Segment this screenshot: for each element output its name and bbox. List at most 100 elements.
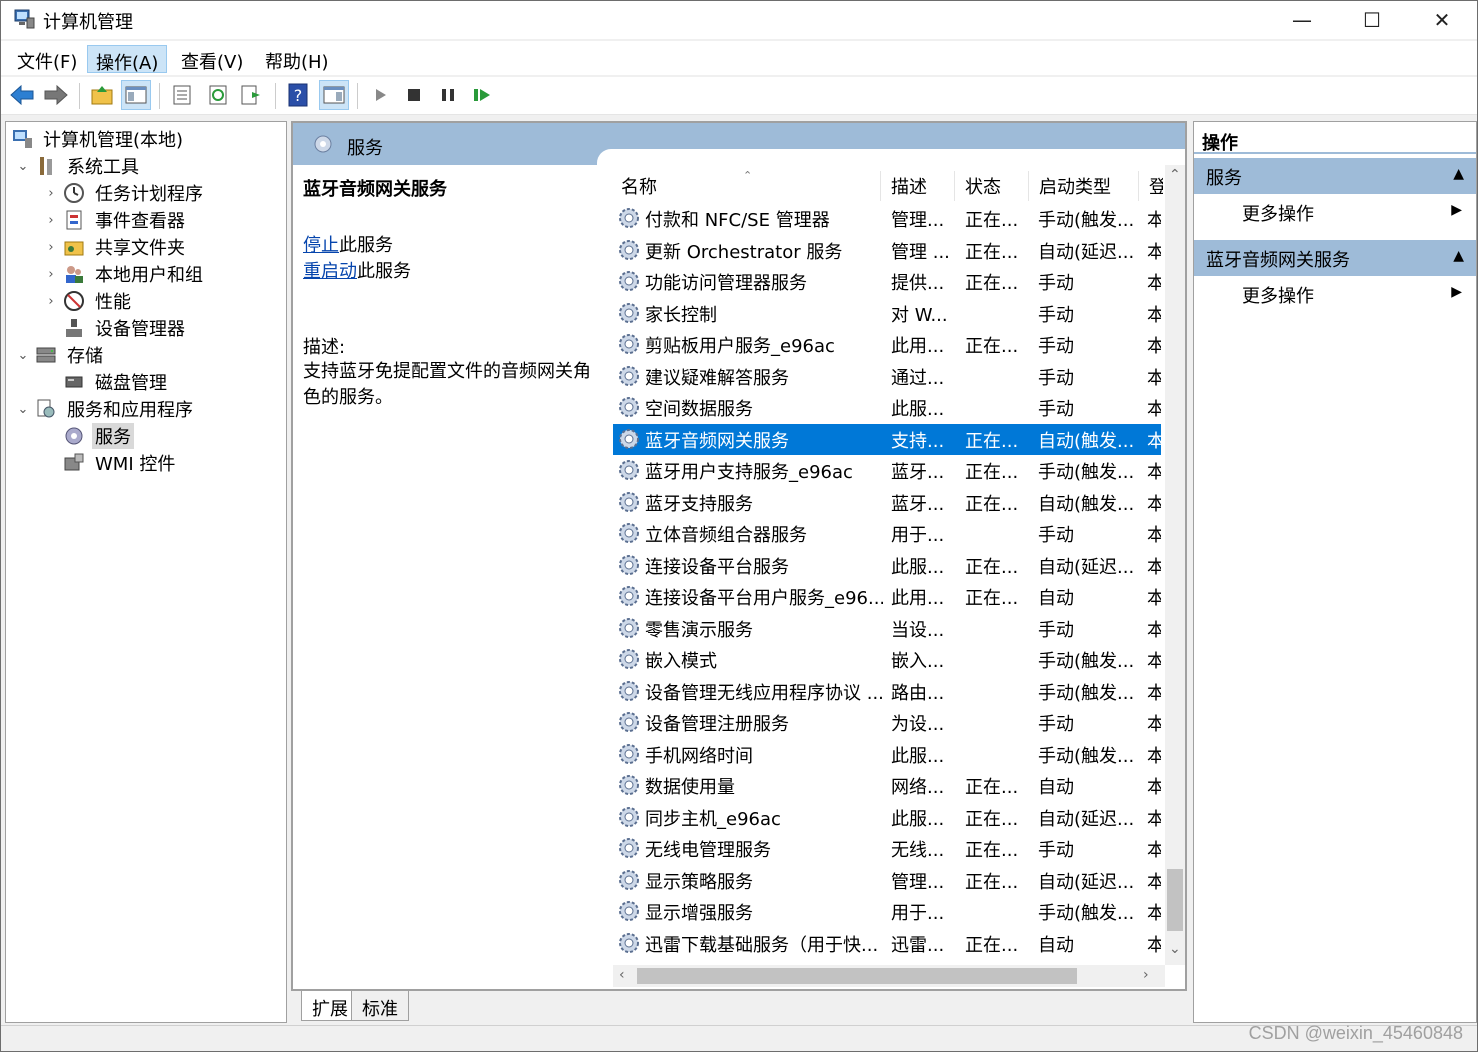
tree-item-local-users[interactable]: › 本地用户和组 — [40, 261, 206, 287]
column-header-status[interactable]: 状态 — [957, 171, 1029, 201]
show-hide-action-pane-button[interactable] — [319, 80, 349, 110]
table-row[interactable]: 嵌入模式 嵌入... 手动(触发... 本 — [613, 644, 1161, 676]
chevron-down-icon[interactable]: ⌄ — [12, 159, 34, 174]
table-row[interactable]: 剪贴板用户服务_e96ac 此用... 正在... 手动 本 — [613, 329, 1161, 361]
tab-standard[interactable]: 标准 — [351, 991, 409, 1021]
scroll-down-icon[interactable]: ⌄ — [1169, 941, 1181, 957]
actions-group-services[interactable]: 服务 ▲ — [1194, 158, 1476, 194]
chevron-right-icon: ▶ — [1451, 284, 1462, 300]
table-row[interactable]: 手机网络时间 此服... 手动(触发... 本 — [613, 739, 1161, 771]
more-actions-selected-service[interactable]: 更多操作 ▶ — [1194, 278, 1476, 310]
tree-item-system-tools[interactable]: ⌄ 系统工具 — [12, 153, 142, 179]
minimize-button[interactable]: — — [1267, 1, 1337, 39]
menu-file[interactable]: 文件(F) — [9, 45, 85, 73]
table-row[interactable]: 零售演示服务 当设... 手动 本 — [613, 613, 1161, 645]
actions-group-selected-service[interactable]: 蓝牙音频网关服务 ▲ — [1194, 240, 1476, 276]
table-row[interactable]: 设备管理注册服务 为设... 手动 本 — [613, 707, 1161, 739]
horizontal-scrollbar[interactable]: ‹ › — [613, 965, 1165, 987]
column-header-description[interactable]: 描述 — [883, 171, 955, 201]
vertical-scroll-thumb[interactable] — [1167, 869, 1183, 931]
back-button[interactable] — [7, 80, 37, 110]
cell-logon: 本 — [1147, 651, 1161, 672]
tree-item-storage[interactable]: ⌄ 存储 — [12, 342, 106, 368]
table-row[interactable]: 空间数据服务 此服... 手动 本 — [613, 392, 1161, 424]
horizontal-scroll-thumb[interactable] — [637, 968, 1077, 984]
column-header-name[interactable]: ⌃ 名称 — [613, 171, 881, 201]
table-row[interactable]: 设备管理无线应用程序协议 ... 路由... 手动(触发... 本 — [613, 676, 1161, 708]
scroll-left-icon[interactable]: ‹ — [619, 967, 625, 983]
table-row[interactable]: 蓝牙音频网关服务 支持... 正在... 自动(触发... 本 — [613, 423, 1161, 455]
close-button[interactable]: ✕ — [1407, 1, 1477, 39]
cell-description: 通过... — [891, 367, 945, 389]
chevron-down-icon[interactable]: ⌄ — [12, 402, 34, 417]
table-row[interactable]: 显示策略服务 管理... 正在... 自动(延迟... 本 — [613, 865, 1161, 897]
table-row[interactable]: 更新 Orchestrator 服务 管理 ... 正在... 自动(延迟... 本 — [613, 235, 1161, 267]
start-service-button[interactable] — [365, 80, 395, 110]
table-row[interactable]: 功能访问管理器服务 提供... 正在... 手动 本 — [613, 266, 1161, 298]
tree-item-shared-folders[interactable]: › 共享文件夹 — [40, 234, 188, 260]
pause-service-button[interactable] — [433, 80, 463, 110]
clock-icon — [62, 181, 86, 205]
table-row[interactable]: 显示增强服务 用于... 手动(触发... 本 — [613, 896, 1161, 928]
chevron-right-icon[interactable]: › — [40, 294, 62, 309]
chevron-right-icon[interactable]: › — [40, 186, 62, 201]
table-row[interactable]: 家长控制 对 W... 手动 本 — [613, 298, 1161, 330]
gear-icon — [619, 397, 639, 417]
collapse-up-icon[interactable]: ▲ — [1453, 248, 1464, 264]
vertical-scrollbar[interactable]: ⌃ ⌄ — [1165, 165, 1185, 965]
table-row[interactable]: 蓝牙支持服务 蓝牙... 正在... 自动(触发... 本 — [613, 487, 1161, 519]
cell-description: 支持... — [891, 430, 945, 452]
cell-status: 正在... — [965, 430, 1019, 452]
tree-item-services[interactable]: 服务 — [62, 423, 134, 449]
chevron-right-icon[interactable]: › — [40, 267, 62, 282]
cell-name: 嵌入模式 — [645, 651, 717, 672]
forward-button[interactable] — [41, 80, 71, 110]
menu-help[interactable]: 帮助(H) — [257, 45, 337, 73]
tree-item-task-scheduler[interactable]: › 任务计划程序 — [40, 180, 206, 206]
export-list-button[interactable] — [237, 80, 267, 110]
cell-status: 正在... — [965, 336, 1019, 357]
help-button[interactable]: ? — [283, 80, 313, 110]
tree-item-disk-management[interactable]: 磁盘管理 — [62, 369, 170, 395]
column-header-logon[interactable]: 登 — [1141, 171, 1163, 201]
refresh-button[interactable] — [203, 80, 233, 110]
table-row[interactable]: 迅雷下载基础服务（用于快... 迅雷... 正在... 自动 本 — [613, 928, 1161, 960]
table-row[interactable]: 无线电管理服务 无线... 正在... 手动 本 — [613, 833, 1161, 865]
up-level-button[interactable] — [87, 80, 117, 110]
table-row[interactable]: 同步主机_e96ac 此服... 正在... 自动(延迟... 本 — [613, 802, 1161, 834]
show-hide-console-tree-button[interactable] — [121, 80, 151, 110]
tree-item-services-and-apps[interactable]: ⌄ 服务和应用程序 — [12, 396, 196, 422]
column-header-startup-type[interactable]: 启动类型 — [1031, 171, 1139, 201]
tree-item-device-manager[interactable]: 设备管理器 — [62, 315, 188, 341]
menu-action[interactable]: 操作(A) — [87, 45, 168, 74]
chevron-right-icon[interactable]: › — [40, 213, 62, 228]
properties-button[interactable] — [167, 80, 197, 110]
more-actions-services[interactable]: 更多操作 ▶ — [1194, 196, 1476, 228]
restart-service-button[interactable] — [467, 80, 497, 110]
table-row[interactable]: 建议疑难解答服务 通过... 手动 本 — [613, 361, 1161, 393]
tree-item-event-viewer[interactable]: › 事件查看器 — [40, 207, 188, 233]
cell-status: 正在... — [965, 588, 1019, 609]
menu-view[interactable]: 查看(V) — [173, 45, 251, 73]
cell-startup-type: 手动 — [1038, 714, 1074, 735]
restart-service-link[interactable]: 重启动 — [303, 261, 357, 282]
chevron-down-icon[interactable]: ⌄ — [12, 348, 34, 363]
tree-item-performance[interactable]: › 性能 — [40, 288, 134, 314]
gear-icon — [619, 712, 639, 732]
table-row[interactable]: 连接设备平台用户服务_e96... 此用... 正在... 自动 本 — [613, 581, 1161, 613]
scroll-right-icon[interactable]: › — [1143, 967, 1149, 983]
table-row[interactable]: 蓝牙用户支持服务_e96ac 蓝牙... 正在... 手动(触发... 本 — [613, 455, 1161, 487]
stop-service-link[interactable]: 停止 — [303, 235, 339, 256]
chevron-right-icon[interactable]: › — [40, 240, 62, 255]
table-row[interactable]: 立体音频组合器服务 用于... 手动 本 — [613, 518, 1161, 550]
scroll-up-icon[interactable]: ⌃ — [1169, 167, 1181, 183]
maximize-button[interactable]: ☐ — [1337, 1, 1407, 39]
table-row[interactable]: 连接设备平台服务 此服... 正在... 自动(延迟... 本 — [613, 550, 1161, 582]
table-row[interactable]: 付款和 NFC/SE 管理器 管理... 正在... 手动(触发... 本 — [613, 203, 1161, 235]
table-row[interactable]: 数据使用量 网络... 正在... 自动 本 — [613, 770, 1161, 802]
tree-item-wmi-control[interactable]: WMI 控件 — [62, 450, 178, 476]
menu-bar: 文件(F) 操作(A) 查看(V) 帮助(H) — [1, 41, 1477, 75]
tree-item-computer-management[interactable]: 计算机管理(本地) — [10, 126, 186, 152]
stop-service-button[interactable] — [399, 80, 429, 110]
collapse-up-icon[interactable]: ▲ — [1453, 166, 1464, 182]
